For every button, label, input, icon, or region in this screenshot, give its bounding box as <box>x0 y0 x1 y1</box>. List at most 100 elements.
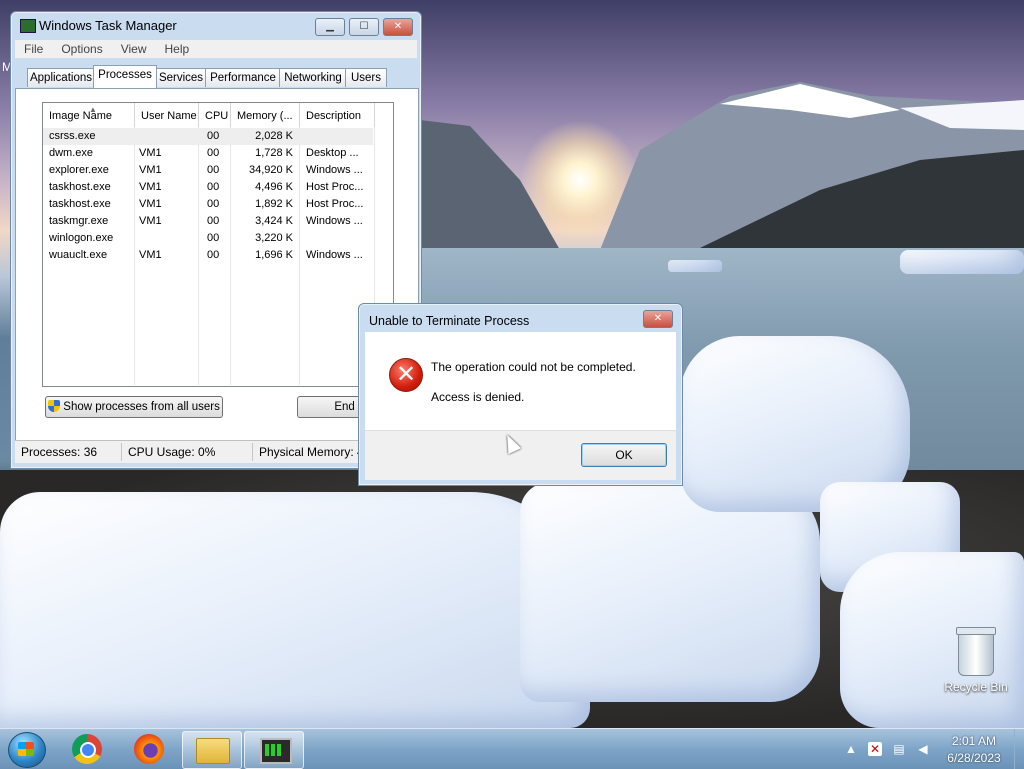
table-row[interactable]: explorer.exe VM1 00 34,920 K Windows ... <box>43 162 373 179</box>
cell-image-name: winlogon.exe <box>49 232 114 244</box>
volume-icon[interactable]: ◀ <box>916 742 930 756</box>
network-icon[interactable]: ▤ <box>892 742 906 756</box>
dialog-titlebar[interactable]: Unable to Terminate Process ✕ <box>359 304 682 330</box>
task-manager-icon <box>260 738 292 764</box>
tab-networking[interactable]: Networking <box>279 68 347 87</box>
status-cpu-usage: CPU Usage: 0% <box>128 445 216 459</box>
cell-memory: 2,028 K <box>255 130 293 142</box>
minimize-button[interactable]: ▁ <box>315 18 345 36</box>
cell-user-name: VM1 <box>139 215 162 227</box>
show-hidden-icons-icon[interactable]: ▲ <box>844 742 858 756</box>
table-row[interactable]: taskhost.exe VM1 00 4,496 K Host Proc... <box>43 179 373 196</box>
table-row[interactable]: csrss.exe 00 2,028 K <box>43 128 373 145</box>
action-center-icon[interactable]: ✕ <box>868 742 882 756</box>
menu-file[interactable]: File <box>15 40 52 56</box>
cell-description: Desktop ... <box>306 147 359 159</box>
status-divider <box>121 443 122 461</box>
table-row[interactable]: dwm.exe VM1 00 1,728 K Desktop ... <box>43 145 373 162</box>
firefox-icon <box>134 734 164 764</box>
wallpaper-ice <box>520 482 820 702</box>
column-header-cpu[interactable]: CPU <box>199 103 231 127</box>
cell-memory: 3,424 K <box>255 215 293 227</box>
cell-image-name: taskhost.exe <box>49 198 111 210</box>
tab-performance[interactable]: Performance <box>205 68 281 87</box>
status-bar: Processes: 36 CPU Usage: 0% Physical Mem… <box>15 440 417 463</box>
recycle-bin-icon <box>956 627 996 676</box>
table-row[interactable]: taskhost.exe VM1 00 1,892 K Host Proc... <box>43 196 373 213</box>
tab-services[interactable]: Services <box>155 68 207 87</box>
taskbar-firefox[interactable] <box>120 731 178 767</box>
menu-view[interactable]: View <box>112 40 156 56</box>
clock[interactable]: 2:01 AM 6/28/2023 <box>936 733 1012 767</box>
tab-processes[interactable]: Processes <box>93 65 157 88</box>
column-header-memory[interactable]: Memory (... <box>231 103 300 127</box>
menu-options[interactable]: Options <box>52 40 111 56</box>
cell-user-name: VM1 <box>139 249 162 261</box>
status-physical-memory: Physical Memory: 4 <box>259 445 364 459</box>
show-all-processes-label: Show processes from all users <box>63 401 220 413</box>
cell-image-name: taskmgr.exe <box>49 215 109 227</box>
column-header-image-name[interactable]: ▲ Image Name <box>43 103 135 127</box>
error-dialog[interactable]: Unable to Terminate Process ✕ ✕ The oper… <box>358 303 683 486</box>
show-all-processes-button[interactable]: Show processes from all users <box>45 396 223 418</box>
cell-image-name: wuauclt.exe <box>49 249 108 261</box>
cell-image-name: explorer.exe <box>49 164 109 176</box>
cell-cpu: 00 <box>207 130 220 142</box>
close-button[interactable]: ✕ <box>383 18 413 36</box>
cell-description: Windows ... <box>306 164 363 176</box>
taskbar-task-manager[interactable] <box>244 731 304 769</box>
table-row[interactable]: winlogon.exe 00 3,220 K <box>43 230 373 247</box>
start-button[interactable] <box>8 732 46 768</box>
cell-description: Host Proc... <box>306 198 364 210</box>
cell-user-name: VM1 <box>139 198 162 210</box>
table-row[interactable]: taskmgr.exe VM1 00 3,424 K Windows ... <box>43 213 373 230</box>
maximize-button[interactable]: ☐ <box>349 18 379 36</box>
cell-cpu: 00 <box>207 164 220 176</box>
error-icon: ✕ <box>389 358 423 392</box>
recycle-bin[interactable]: Recycle Bin <box>940 627 1012 694</box>
cell-description: Host Proc... <box>306 181 364 193</box>
cell-memory: 1,728 K <box>255 147 293 159</box>
cell-image-name: csrss.exe <box>49 130 96 142</box>
column-header-label: Image Name <box>49 110 112 122</box>
tab-users[interactable]: Users <box>345 68 387 87</box>
windows-logo-icon <box>18 742 34 756</box>
status-processes: Processes: 36 <box>21 445 98 459</box>
cell-cpu: 00 <box>207 181 220 193</box>
cell-user-name: VM1 <box>139 181 162 193</box>
wallpaper-ice <box>0 492 590 728</box>
cell-cpu: 00 <box>207 232 220 244</box>
task-manager-app-icon <box>20 19 36 33</box>
cell-description: Windows ... <box>306 249 363 261</box>
sort-arrow-icon: ▲ <box>89 105 97 114</box>
chrome-icon <box>72 734 102 764</box>
cell-memory: 3,220 K <box>255 232 293 244</box>
cell-cpu: 00 <box>207 215 220 227</box>
task-manager-title: Windows Task Manager <box>39 18 177 33</box>
wallpaper-ice <box>668 260 722 272</box>
cell-image-name: taskhost.exe <box>49 181 111 193</box>
clock-time: 2:01 AM <box>951 734 997 748</box>
clock-date: 6/28/2023 <box>947 751 1001 765</box>
task-manager-titlebar[interactable]: Windows Task Manager ▁ ☐ ✕ <box>11 12 421 38</box>
column-header-user-name[interactable]: User Name <box>135 103 199 127</box>
tab-applications[interactable]: Applications <box>27 68 95 87</box>
cell-memory: 4,496 K <box>255 181 293 193</box>
ok-button[interactable]: OK <box>581 443 667 467</box>
taskbar-explorer[interactable] <box>182 731 242 769</box>
cell-user-name: VM1 <box>139 147 162 159</box>
cell-cpu: 00 <box>207 147 220 159</box>
taskbar: ▲ ✕ ▤ ◀ 2:01 AM 6/28/2023 <box>0 728 1024 769</box>
dialog-body: ✕ The operation could not be completed. … <box>365 332 676 430</box>
menu-bar: File Options View Help <box>15 40 417 58</box>
show-desktop-button[interactable] <box>1014 729 1024 769</box>
dialog-footer: OK <box>365 430 676 480</box>
taskbar-chrome[interactable] <box>58 731 116 767</box>
dialog-close-button[interactable]: ✕ <box>643 310 673 328</box>
cell-description: Windows ... <box>306 215 363 227</box>
uac-shield-icon <box>48 400 61 412</box>
column-header-description[interactable]: Description <box>300 103 375 127</box>
menu-help[interactable]: Help <box>156 40 199 56</box>
process-list[interactable]: ▲ Image Name User Name CPU Memory (... D… <box>42 102 394 387</box>
table-row[interactable]: wuauclt.exe VM1 00 1,696 K Windows ... <box>43 247 373 264</box>
